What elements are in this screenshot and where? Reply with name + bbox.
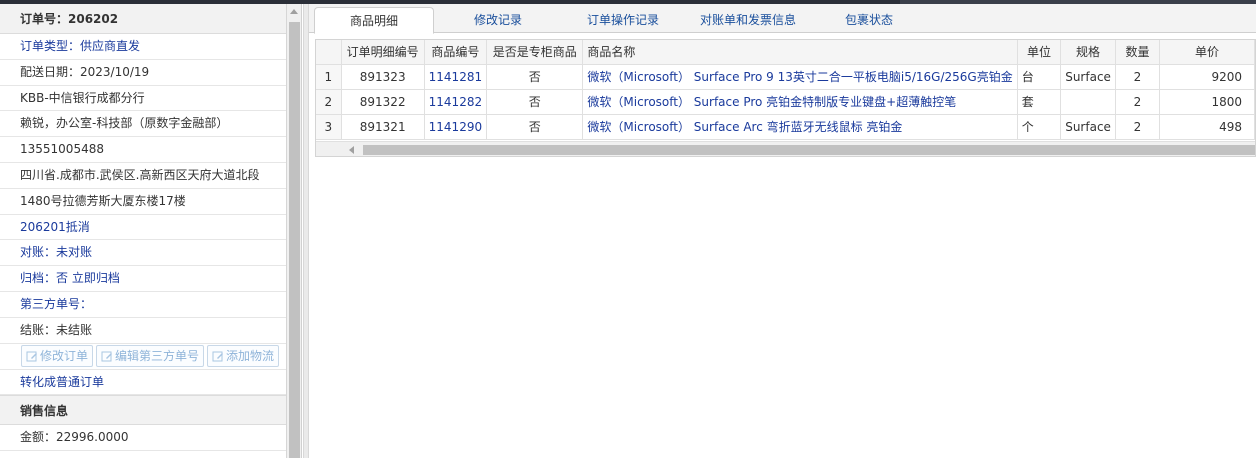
grid-horizontal-scrollbar[interactable] [316, 141, 1255, 156]
order-info-row: 四川省.成都市.武侯区.高新西区天府大道北段 [0, 163, 286, 189]
tab-modification-records[interactable]: 修改记录 [439, 7, 557, 33]
table-cell: 3 [316, 114, 342, 140]
table-cell[interactable]: 微软（Microsoft） Surface Arc 弯折蓝牙无线鼠标 亮铂金 [582, 114, 1018, 140]
order-info-row[interactable]: 对账：未对账 [0, 240, 286, 267]
table-cell: 否 [486, 114, 584, 140]
order-info-row: 配送日期：2023/10/19 [0, 60, 286, 86]
order-info-row: 13551005488 [0, 137, 286, 163]
table-row[interactable]: 1 891323 1141281 否微软（Microsoft） Surface Pro… [316, 64, 1255, 90]
edit-icon [26, 351, 37, 362]
table-cell: Surface [1060, 64, 1116, 90]
table-cell[interactable]: 1141282 [424, 89, 488, 115]
add-logistics-label: 添加物流 [226, 349, 275, 364]
product-grid: 订单明细编号 商品编号 是否是专柜商品 商品名称 单位 规格 数量 单价 1 891323 114… [315, 39, 1256, 157]
column-header[interactable]: 是否是专柜商品 [486, 40, 584, 65]
table-cell: 1800 [1159, 89, 1255, 115]
table-cell: 2 [1115, 114, 1161, 140]
product-table: 订单明细编号 商品编号 是否是专柜商品 商品名称 单位 规格 数量 单价 1 891323 114… [316, 40, 1255, 140]
column-header[interactable]: 订单明细编号 [341, 40, 425, 65]
table-cell: 9200 [1159, 64, 1255, 90]
table-cell: 891321 [341, 114, 425, 140]
column-header[interactable]: 商品编号 [424, 40, 488, 65]
edit-icon [101, 351, 113, 362]
left-panel-scrollbar[interactable] [287, 4, 302, 458]
table-cell[interactable]: 1141290 [424, 114, 488, 140]
table-cell[interactable]: 微软（Microsoft） Surface Pro 9 13英寸二合一平板电脑i… [582, 64, 1018, 90]
column-header[interactable]: 规格 [1060, 40, 1116, 65]
table-cell: 891323 [341, 64, 425, 90]
table-cell[interactable]: 1141281 [424, 64, 488, 90]
detail-tabs: 商品明细 修改记录 订单操作记录 对账单和发票信息 包裹状态 [309, 4, 1256, 34]
table-cell: 891322 [341, 89, 425, 115]
grid-scrollbar-thumb[interactable] [363, 145, 1255, 155]
order-action-buttons: 修改订单 编辑第三方单号 添加物流 [0, 344, 286, 370]
table-cell: 2 [316, 89, 342, 115]
amount-value: 金额：22996.0000 [0, 425, 286, 452]
order-number-header: 订单号：206202 [0, 4, 286, 34]
table-row[interactable]: 2 891322 1141282 否微软（Microsoft） Surface Pro… [316, 89, 1255, 115]
scroll-up-icon[interactable] [290, 9, 298, 14]
add-logistics-button[interactable]: 添加物流 [207, 345, 280, 368]
table-cell: 个 [1017, 114, 1062, 140]
table-cell: 2 [1115, 64, 1161, 90]
tab-product-details[interactable]: 商品明细 [314, 7, 434, 34]
sales-info-section-title: 销售信息 [0, 395, 286, 426]
table-cell: 1 [316, 64, 342, 90]
scrollbar-thumb[interactable] [289, 22, 300, 458]
scroll-left-icon[interactable] [349, 146, 354, 154]
table-row[interactable]: 3 891321 1141290 否微软（Microsoft） Surface Arc… [316, 114, 1255, 140]
column-header[interactable]: 商品名称 [582, 40, 1018, 65]
order-info-row[interactable]: 归档：否 立即归档 [0, 266, 286, 292]
edit-icon [212, 351, 224, 362]
order-info-row: 1480号拉德芳斯大厦东楼17楼 [0, 189, 286, 215]
column-header[interactable]: 单价 [1159, 40, 1255, 65]
table-cell[interactable]: 微软（Microsoft） Surface Pro 亮铂金特制版专业键盘+超薄触… [582, 89, 1018, 115]
edit-third-party-number-label: 编辑第三方单号 [115, 349, 200, 364]
table-cell: 套 [1017, 89, 1062, 115]
table-cell: 否 [486, 89, 584, 115]
edit-order-label: 修改订单 [40, 349, 89, 364]
order-info-row[interactable]: 订单类型：供应商直发 [0, 34, 286, 60]
order-info-panel: 订单号：206202 订单类型：供应商直发 配送日期：2023/10/19 KBB-… [0, 4, 287, 458]
column-header[interactable]: 数量 [1115, 40, 1161, 65]
column-header[interactable]: 单位 [1017, 40, 1062, 65]
table-cell: 台 [1017, 64, 1062, 90]
order-info-row[interactable]: 206201抵消 [0, 215, 286, 241]
tab-order-operation-records[interactable]: 订单操作记录 [564, 7, 682, 33]
table-cell: 2 [1115, 89, 1161, 115]
table-cell: Surface [1060, 114, 1116, 140]
order-info-row[interactable]: 第三方单号： [0, 292, 286, 318]
detail-panel: 商品明细 修改记录 订单操作记录 对账单和发票信息 包裹状态 订单明细编号 商品编… [309, 4, 1256, 458]
table-cell: 否 [486, 64, 584, 90]
tab-package-status[interactable]: 包裹状态 [814, 7, 924, 33]
tab-statement-invoice[interactable]: 对账单和发票信息 [689, 7, 807, 33]
column-header[interactable] [316, 40, 342, 65]
order-info-row: KBB-中信银行成都分行 [0, 86, 286, 112]
table-cell: 498 [1159, 114, 1255, 140]
edit-third-party-number-button[interactable]: 编辑第三方单号 [96, 345, 205, 368]
table-cell [1060, 89, 1116, 115]
order-info-row: 结账：未结账 [0, 318, 286, 344]
order-info-row: 赖锐，办公室-科技部（原数字金融部） [0, 111, 286, 138]
edit-order-button[interactable]: 修改订单 [21, 345, 94, 368]
convert-to-normal-order-link[interactable]: 转化成普通订单 [0, 370, 286, 396]
